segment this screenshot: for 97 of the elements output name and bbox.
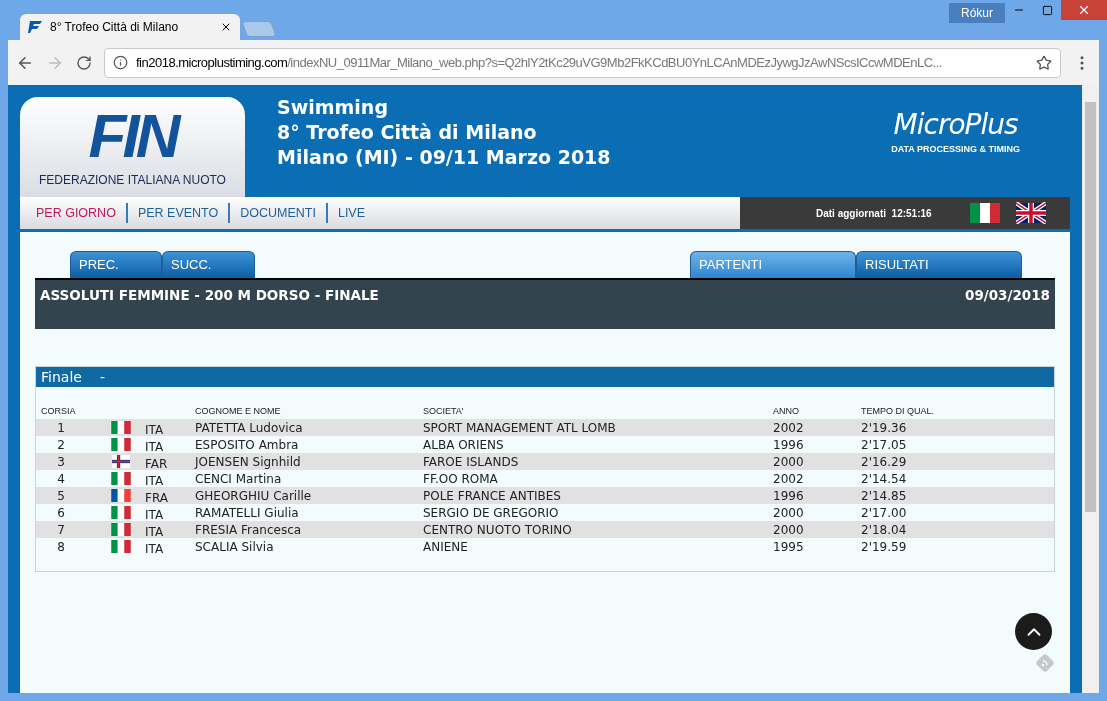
nav-link[interactable]: PER GIORNO (32, 203, 120, 223)
table-cell-text: ESPOSITO Ambra (195, 436, 300, 454)
table-cell-text: 2002 (773, 419, 805, 437)
table-cell-text: FRESIA Francesca (195, 521, 303, 539)
column-header: TEMPO DI QUAL. (861, 405, 935, 418)
table-cell-text: 2'19.59 (861, 538, 908, 556)
info-icon (113, 55, 128, 70)
table-cell-text: ITA (145, 421, 165, 439)
table-cell-text: ALBA ORIENS (423, 436, 505, 454)
url-text: fin2018.microplustiming.com/indexNU_0911Mar_Milano_web.php?s=Q2hlY2tKc29uVG9Mb2FkKCdBU0YnLCAnMDEzJywgJzAwNScsICcwMDEnLC... (136, 53, 942, 72)
table-cell-text: 2002 (773, 470, 805, 488)
tab[interactable]: RISULTATI (856, 251, 1022, 278)
reload-icon[interactable] (76, 54, 92, 71)
table-cell-text: JOENSEN Signhild (195, 453, 302, 471)
table-cell-text: SERGIO DE GREGORIO (423, 504, 560, 522)
scrollbar[interactable] (1082, 85, 1099, 693)
section-title: Finale (41, 367, 82, 387)
table-cell-text: 5 (56, 487, 66, 505)
table-cell-text: PATETTA Ludovica (195, 419, 304, 437)
table-cell-text: FRA (145, 489, 169, 507)
site-favicon (28, 21, 42, 33)
browser-tab[interactable]: 8° Trofeo Città di Milano (20, 14, 240, 40)
table-cell-text: FAROE ISLANDS (423, 453, 520, 471)
sponsor-logo: MicroPlus (893, 111, 1018, 139)
table-cell-text: 4 (56, 470, 66, 488)
column-header: SOCIETA' (423, 405, 465, 418)
table-cell-text: 2'14.85 (861, 487, 908, 505)
logo-letters: FIN (88, 105, 177, 167)
flag-icon (111, 506, 131, 519)
logo-caption: FEDERAZIONE ITALIANA NUOTO (39, 172, 226, 189)
event-heading: Milano (MI) - 09/11 Marzo 2018 (277, 145, 611, 170)
table-cell-text: 2000 (773, 504, 805, 522)
flag-icon (111, 472, 131, 485)
column-header: COGNOME E NOME (195, 405, 282, 418)
table-cell-text: FF.OO ROMA (423, 470, 499, 488)
table-cell-text: SCALIA Silvia (195, 538, 275, 556)
maximize-icon (1041, 4, 1053, 16)
flag-icon (111, 489, 131, 502)
flag-icon (111, 523, 131, 536)
table-cell-text: 2'19.36 (861, 419, 908, 437)
table-cell-text: GHEORGHIU Carille (195, 487, 313, 505)
scroll-to-top-button[interactable] (1015, 613, 1052, 650)
tab[interactable]: PREC. (70, 251, 162, 278)
column-header: CORSIA (41, 405, 77, 418)
table-cell-text: ITA (145, 540, 165, 558)
flag-icon[interactable] (969, 202, 1000, 224)
column-header: ANNO (773, 405, 800, 418)
table-cell-text: 2'14.54 (861, 470, 908, 488)
table-cell-text: POLE FRANCE ANTIBES (423, 487, 562, 505)
table-cell-text: 1996 (773, 487, 805, 505)
event-heading: Swimming (277, 95, 389, 120)
table-cell-text: 3 (56, 453, 66, 471)
table-cell-text: 6 (56, 504, 66, 522)
table-cell-text: 2'16.29 (861, 453, 908, 471)
table-cell-text: FAR (145, 455, 169, 473)
tab[interactable]: SUCC. (162, 251, 255, 278)
section-subtitle: - (99, 367, 105, 387)
close-icon (1077, 3, 1091, 17)
sponsor-caption: DATA PROCESSING & TIMING (891, 143, 1020, 156)
address-field[interactable]: fin2018.microplustiming.com/indexNU_0911Mar_Milano_web.php?s=Q2hlY2tKc29uVG9Mb2FkKCdBU0YnLCAnMDEzJywgJzAwNScsICcwMDEnLC... (104, 47, 1061, 78)
table-cell-text: CENTRO NUOTO TORINO (423, 521, 573, 539)
table-cell-text: 1996 (773, 436, 805, 454)
nav-link[interactable]: LIVE (333, 203, 370, 223)
flag-icon (111, 540, 131, 553)
nav-link[interactable]: DOCUMENTI (236, 203, 320, 223)
nav-link[interactable]: PER EVENTO (133, 203, 223, 223)
table-cell-text: ITA (145, 506, 165, 524)
table-cell-text: SPORT MANAGEMENT ATL LOMB (423, 419, 617, 437)
table-cell-text: 2000 (773, 453, 805, 471)
table-cell-text: ITA (145, 472, 165, 490)
table-cell-text: ANIENE (423, 538, 469, 556)
event-date: 09/03/2018 (965, 286, 1050, 305)
event-heading: 8° Trofeo Città di Milano (277, 120, 538, 145)
table-cell-text: ITA (145, 523, 165, 541)
flag-icon (111, 455, 131, 468)
bookmark-star-icon[interactable] (1036, 54, 1052, 71)
table-cell-text: 2 (56, 436, 66, 454)
table-cell-text: ITA (145, 438, 165, 456)
event-title: ASSOLUTI FEMMINE - 200 M DORSO - FINALE (40, 286, 379, 305)
table-cell-text: 2'17.05 (861, 436, 908, 454)
table-cell-text: 2'17.00 (861, 504, 908, 522)
table-cell-text: 2'18.04 (861, 521, 908, 539)
table-cell-text: CENCI Martina (195, 470, 283, 488)
close-icon[interactable] (220, 21, 232, 33)
table-cell-text: RAMATELLI Giulia (195, 504, 300, 522)
tab[interactable]: PARTENTI (690, 251, 856, 278)
profile-name[interactable]: Rókur (949, 3, 1005, 23)
tab-title: 8° Trofeo Città di Milano (50, 19, 179, 36)
flag-icon (111, 438, 131, 451)
table-cell-text: 8 (56, 538, 66, 556)
table-cell-text: 2000 (773, 521, 805, 539)
flag-icon (111, 421, 131, 434)
flag-icon[interactable] (1015, 202, 1046, 224)
update-text: Dati aggiornati 12:51:16 (816, 206, 932, 221)
table-cell-text: 1995 (773, 538, 805, 556)
table-cell-text: 7 (56, 521, 66, 539)
table-cell-text: 1 (56, 419, 66, 437)
